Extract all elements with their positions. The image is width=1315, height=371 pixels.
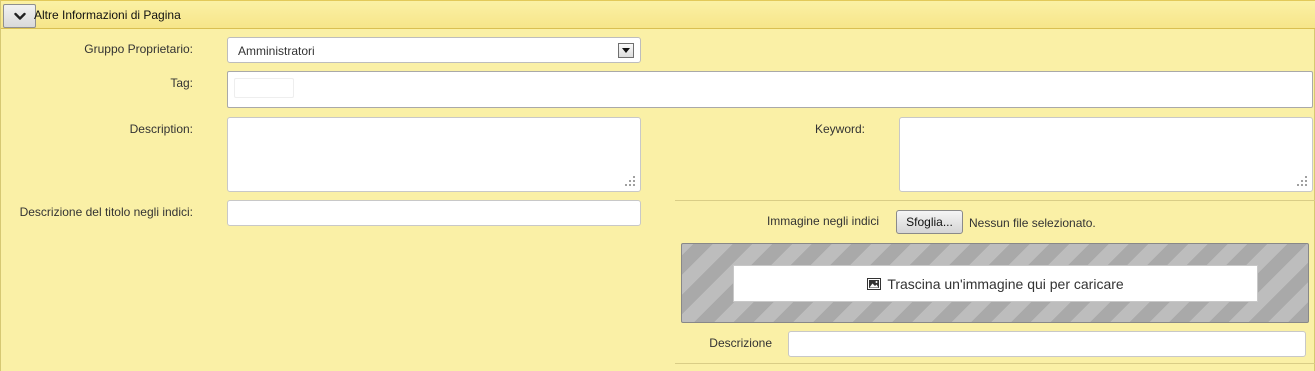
- resize-grip-icon[interactable]: [1297, 176, 1307, 186]
- tag-label: Tag:: [170, 76, 193, 90]
- keyword-textarea[interactable]: [899, 117, 1313, 192]
- page-info-panel: Altre Informazioni di Pagina Gruppo Prop…: [0, 0, 1315, 371]
- tag-input[interactable]: [227, 71, 1313, 108]
- dropdown-arrow-icon[interactable]: [618, 43, 634, 58]
- collapse-toggle-button[interactable]: [3, 4, 36, 28]
- index-title-description-input[interactable]: [227, 200, 641, 226]
- keyword-label: Keyword:: [814, 122, 865, 136]
- panel-title: Altre Informazioni di Pagina: [34, 8, 181, 22]
- description-textarea[interactable]: [227, 117, 641, 192]
- chevron-down-icon: [13, 12, 26, 20]
- index-image-label: Immagine negli indici: [766, 214, 879, 228]
- image-caption-input[interactable]: [788, 331, 1306, 357]
- tag-entry-box[interactable]: [234, 78, 294, 98]
- image-caption-label: Descrizione: [709, 336, 772, 350]
- index-title-description-label: Descrizione del titolo negli indici:: [19, 205, 193, 219]
- owner-group-select[interactable]: Amministratori: [227, 37, 641, 63]
- section-divider: [675, 200, 1315, 201]
- browse-file-button[interactable]: Sfoglia...: [896, 210, 963, 234]
- section-divider-bottom: [675, 363, 1315, 364]
- owner-group-value: Amministratori: [238, 44, 315, 58]
- description-label: Description:: [129, 122, 193, 136]
- dropzone-message-box[interactable]: Trascina un'immagine qui per caricare: [733, 265, 1258, 302]
- owner-group-label: Gruppo Proprietario:: [84, 42, 193, 56]
- dropzone-text: Trascina un'immagine qui per caricare: [887, 275, 1124, 292]
- no-file-selected-text: Nessun file selezionato.: [969, 216, 1096, 230]
- panel-header: Altre Informazioni di Pagina: [1, 0, 1315, 29]
- resize-grip-icon[interactable]: [625, 176, 635, 186]
- image-icon: [867, 277, 882, 290]
- image-dropzone[interactable]: Trascina un'immagine qui per caricare: [681, 243, 1309, 323]
